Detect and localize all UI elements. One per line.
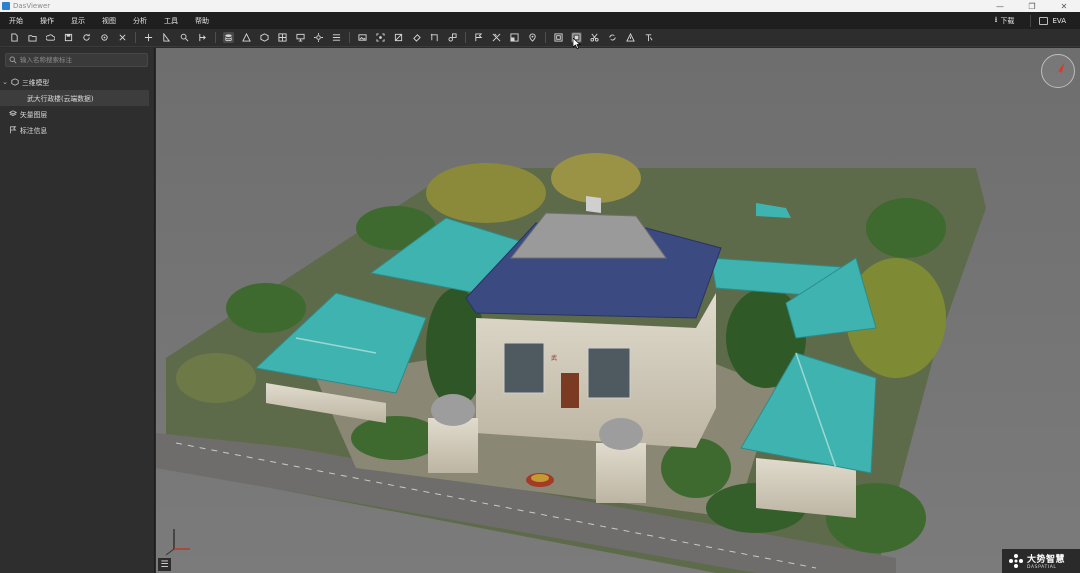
tree-item-label: 矢量图层 bbox=[20, 111, 48, 119]
brand-watermark: 大势智慧 DASPATIAL bbox=[1002, 549, 1080, 573]
minimize-button[interactable]: — bbox=[984, 0, 1016, 12]
layer-tree: ⌄ 三维模型 武大行政楼(云端数据) 矢量图层 标注信息 bbox=[0, 74, 155, 138]
menu-display[interactable]: 显示 bbox=[71, 16, 85, 26]
search-box[interactable] bbox=[5, 53, 148, 67]
tree-item-label: 武大行政楼(云端数据) bbox=[27, 95, 94, 103]
cube-icon bbox=[10, 78, 20, 86]
annotate-icon[interactable] bbox=[197, 32, 208, 43]
location-icon[interactable] bbox=[527, 32, 538, 43]
download-label: 下载 bbox=[1000, 16, 1015, 25]
tree-item-model-whu-admin[interactable]: 武大行政楼(云端数据) bbox=[0, 90, 149, 106]
measure-icon[interactable] bbox=[161, 32, 172, 43]
menu-operate[interactable]: 操作 bbox=[40, 16, 54, 26]
toolbar-divider bbox=[545, 32, 546, 43]
search-input[interactable] bbox=[20, 56, 140, 64]
tree-item-annotations[interactable]: 标注信息 bbox=[0, 122, 155, 138]
cut-icon[interactable] bbox=[491, 32, 502, 43]
compass-widget[interactable] bbox=[1041, 54, 1075, 88]
scissors-icon[interactable] bbox=[589, 32, 600, 43]
daspatial-logo-icon bbox=[1009, 554, 1023, 568]
new-file-icon[interactable] bbox=[9, 32, 20, 43]
toolbar-divider bbox=[465, 32, 466, 43]
menu-analyze[interactable]: 分析 bbox=[133, 16, 147, 26]
flag-icon bbox=[8, 126, 18, 134]
menu-start[interactable]: 开始 bbox=[9, 16, 23, 26]
menu-view[interactable]: 视图 bbox=[102, 16, 116, 26]
text-icon[interactable] bbox=[643, 32, 654, 43]
light-icon[interactable] bbox=[313, 32, 324, 43]
mouse-cursor-icon bbox=[573, 38, 581, 49]
download-button[interactable]: ⭳ 下载 bbox=[995, 14, 1015, 28]
download-icon: ⭳ bbox=[994, 14, 998, 24]
display-icon[interactable] bbox=[295, 32, 306, 43]
search-icon[interactable] bbox=[179, 32, 190, 43]
close-icon[interactable] bbox=[117, 32, 128, 43]
shape-icon[interactable] bbox=[447, 32, 458, 43]
tree-item-label: 标注信息 bbox=[20, 127, 48, 135]
brand-name-en: DASPATIAL bbox=[1027, 565, 1057, 570]
tree-item-label: 三维模型 bbox=[22, 79, 50, 87]
app-logo-icon bbox=[2, 2, 10, 10]
search-icon bbox=[6, 56, 20, 64]
save-icon[interactable] bbox=[63, 32, 74, 43]
tree-item-3d-models[interactable]: ⌄ 三维模型 bbox=[0, 74, 155, 90]
maximize-button[interactable]: ❐ bbox=[1016, 0, 1048, 12]
menu-help[interactable]: 帮助 bbox=[195, 16, 209, 26]
texture-icon[interactable] bbox=[509, 32, 520, 43]
sync-icon[interactable] bbox=[607, 32, 618, 43]
layers-icon[interactable] bbox=[223, 32, 234, 43]
chevron-down-icon[interactable]: ⌄ bbox=[0, 78, 10, 86]
user-name: EVA bbox=[1052, 16, 1066, 25]
dasviewer-app: DasViewer — ❐ ✕ 开始 操作 显示 视图 分析 工具 帮助 ⭳ 下… bbox=[0, 0, 1080, 573]
grid-icon[interactable] bbox=[277, 32, 288, 43]
axis-gizmo bbox=[165, 529, 190, 556]
flag-icon[interactable] bbox=[473, 32, 484, 43]
cube-icon[interactable] bbox=[259, 32, 270, 43]
settings-icon[interactable] bbox=[99, 32, 110, 43]
close-window-button[interactable]: ✕ bbox=[1048, 0, 1080, 12]
svg-text:武: 武 bbox=[551, 354, 557, 362]
triangle-icon[interactable] bbox=[241, 32, 252, 43]
move-icon[interactable] bbox=[143, 32, 154, 43]
toolbar bbox=[0, 29, 1080, 47]
menu-bar: 开始 操作 显示 视图 分析 工具 帮助 ⭳ 下载 EVA bbox=[0, 12, 1080, 29]
brand-name-cn: 大势智慧 bbox=[1027, 555, 1066, 565]
refresh-icon[interactable] bbox=[81, 32, 92, 43]
3d-viewport[interactable]: 武 ☰ 大势智慧 DASPATIAL bbox=[156, 48, 1080, 573]
sidebar: ⌄ 三维模型 武大行政楼(云端数据) 矢量图层 标注信息 bbox=[0, 48, 155, 573]
list-icon[interactable] bbox=[331, 32, 342, 43]
toolbar-divider bbox=[135, 32, 136, 43]
window-title: DasViewer bbox=[13, 2, 51, 10]
focus-icon[interactable] bbox=[375, 32, 386, 43]
open-folder-icon[interactable] bbox=[27, 32, 38, 43]
menu-tools[interactable]: 工具 bbox=[164, 16, 178, 26]
frame-icon[interactable] bbox=[553, 32, 564, 43]
image-icon[interactable] bbox=[357, 32, 368, 43]
toolbar-divider bbox=[215, 32, 216, 43]
user-avatar-icon bbox=[1039, 16, 1049, 25]
crop-icon[interactable] bbox=[393, 32, 404, 43]
compass-needle-icon bbox=[1058, 61, 1067, 73]
tree-item-vector-layers[interactable]: 矢量图层 bbox=[0, 106, 155, 122]
user-account[interactable]: EVA bbox=[1030, 14, 1066, 27]
select-icon[interactable] bbox=[429, 32, 440, 43]
toolbar-divider bbox=[349, 32, 350, 43]
3d-model-scene[interactable]: 武 bbox=[156, 48, 1080, 573]
title-bar: DasViewer — ❐ ✕ bbox=[0, 0, 1080, 12]
layers-icon bbox=[8, 110, 18, 118]
cloud-icon[interactable] bbox=[45, 32, 56, 43]
fill-icon[interactable] bbox=[411, 32, 422, 43]
warning-icon[interactable] bbox=[625, 32, 636, 43]
panel-toggle-button[interactable]: ☰ bbox=[158, 558, 171, 571]
